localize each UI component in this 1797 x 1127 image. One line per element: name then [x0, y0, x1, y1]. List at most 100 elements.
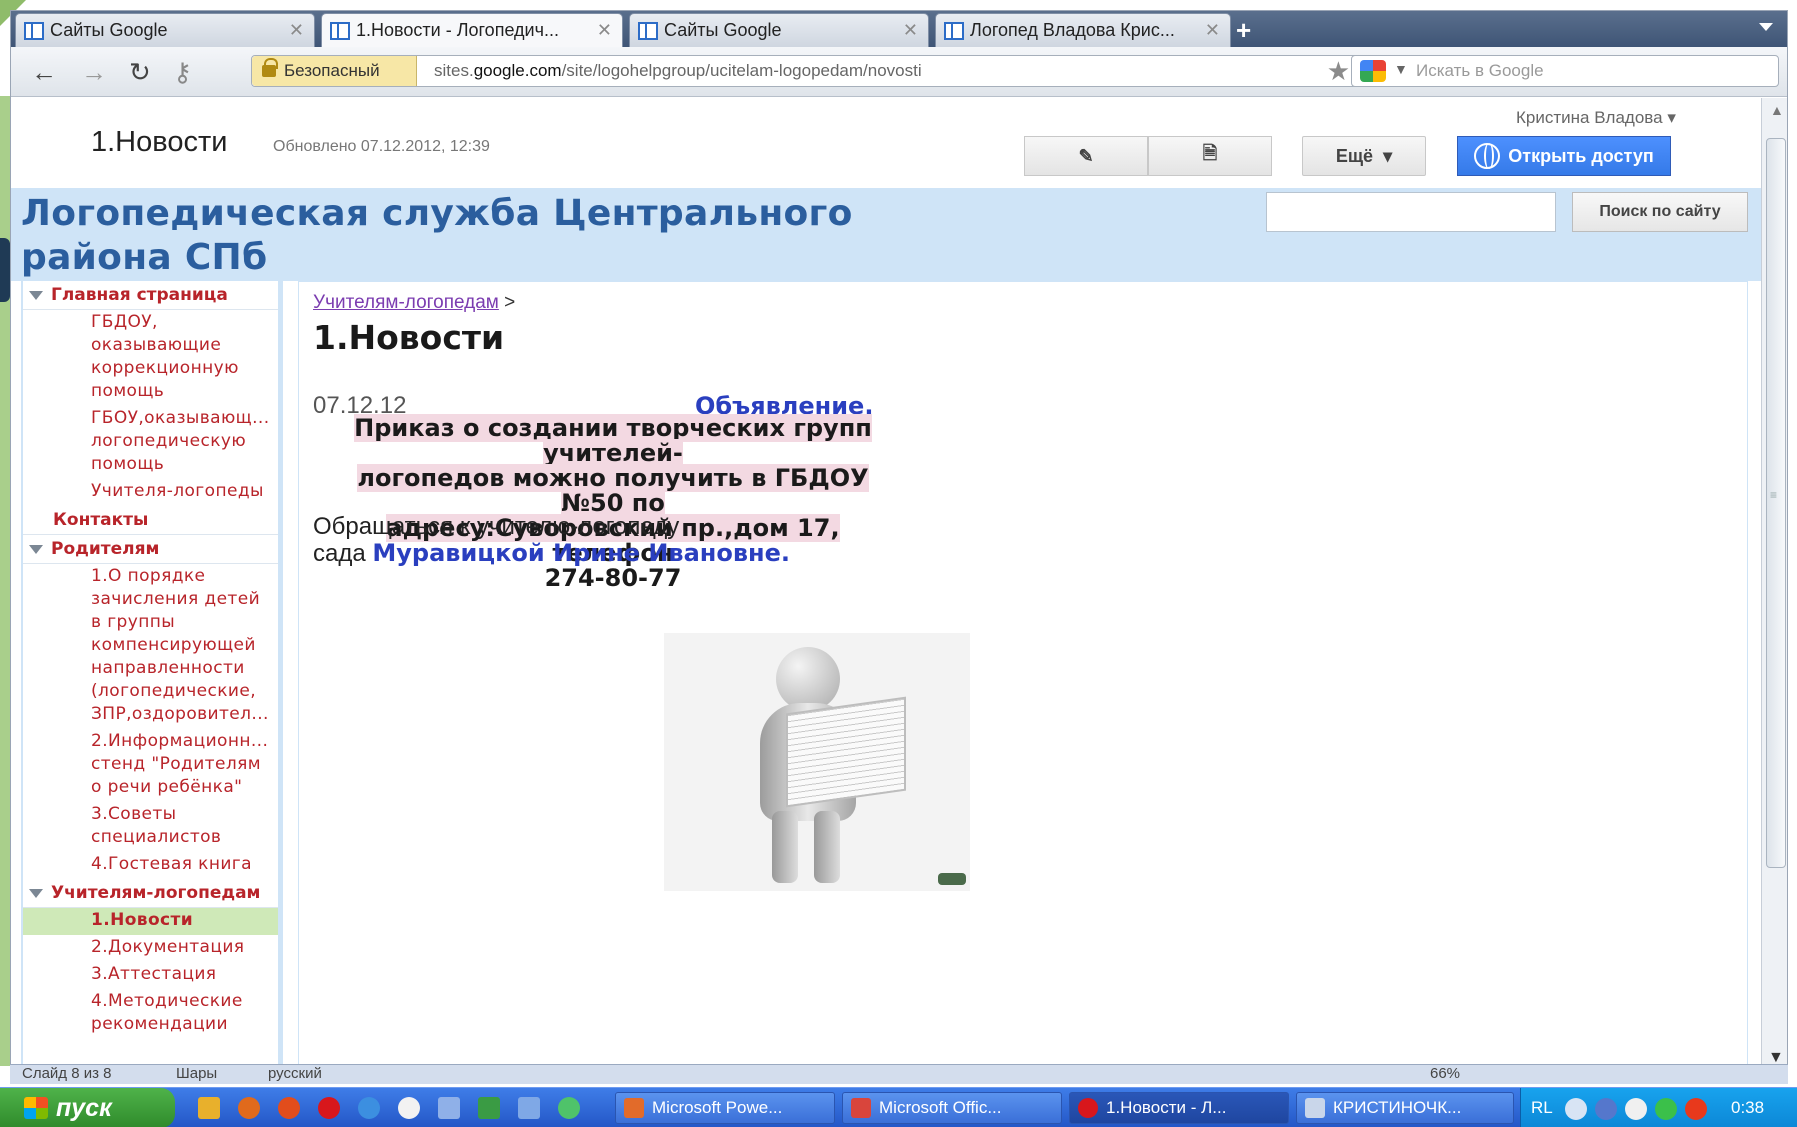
- lock-icon: [262, 58, 278, 77]
- chrome-icon[interactable]: [238, 1097, 260, 1119]
- figure-leg: [772, 811, 798, 883]
- nav-item[interactable]: 2.Информационн... стенд "Родителям о реч…: [23, 729, 278, 802]
- share-button[interactable]: Открыть доступ: [1457, 136, 1671, 176]
- firefox-icon[interactable]: [278, 1097, 300, 1119]
- site-header: Логопедическая служба Центрального район…: [11, 188, 1761, 281]
- tab-strip: Сайты Google ✕ 1.Новости - Логопедич... …: [11, 11, 1787, 47]
- main-content: Учителям-логопедам > 1.Новости 07.12.12 …: [298, 281, 1748, 1071]
- task-office[interactable]: Microsoft Offic...: [842, 1092, 1062, 1124]
- globe-icon: [1474, 143, 1501, 169]
- url-text[interactable]: sites.google.com/site/logohelpgroup/ucit…: [434, 61, 922, 81]
- nav-section-contacts[interactable]: Контакты: [23, 506, 278, 535]
- word-icon[interactable]: [518, 1097, 540, 1119]
- app-icon[interactable]: [398, 1097, 420, 1119]
- tray-icon[interactable]: [1685, 1098, 1707, 1120]
- slide-edge-tab: [0, 238, 10, 302]
- search-engine-dropdown-icon[interactable]: ▼: [1394, 61, 1408, 77]
- app-icon[interactable]: [558, 1097, 580, 1119]
- tab-google-sites-1[interactable]: Сайты Google ✕: [15, 13, 315, 47]
- newspaper-icon: [786, 696, 906, 808]
- scroll-up-icon[interactable]: ▲: [1770, 102, 1784, 118]
- pencil-icon: ✎: [1078, 145, 1094, 166]
- more-actions-button[interactable]: Ещё ▾: [1302, 136, 1426, 176]
- windows-flag-icon: [24, 1097, 48, 1119]
- office-icon: [851, 1098, 871, 1118]
- start-button[interactable]: пуск: [0, 1088, 175, 1127]
- nav-section-parents[interactable]: Родителям: [23, 535, 278, 564]
- tray-icon[interactable]: [1655, 1098, 1677, 1120]
- bookmark-star-icon[interactable]: ★: [1327, 56, 1350, 87]
- security-badge[interactable]: Безопасный: [252, 56, 417, 86]
- breadcrumb: Учителям-логопедам >: [313, 292, 516, 313]
- opera-icon: [1078, 1098, 1098, 1118]
- nav-item[interactable]: 2.Документация: [23, 935, 278, 962]
- excel-icon[interactable]: [478, 1097, 500, 1119]
- tab-close-icon[interactable]: ✕: [1205, 20, 1220, 41]
- opera-icon[interactable]: [318, 1097, 340, 1119]
- new-tab-plus-icon[interactable]: +: [1236, 15, 1251, 46]
- tab-news[interactable]: 1.Новости - Логопедич... ✕: [321, 13, 623, 47]
- vertical-scrollbar[interactable]: ▲ ≡ ▼: [1761, 98, 1787, 1071]
- drive-icon: [1305, 1098, 1325, 1118]
- updated-timestamp: Обновлено 07.12.2012, 12:39: [273, 138, 490, 155]
- nav-item[interactable]: ГБОУ,оказывающ... логопедическую помощь: [23, 406, 278, 479]
- contact-text: Обращаться к учителю-логопеду сада Мурав…: [313, 513, 791, 567]
- image-badge: [938, 873, 966, 885]
- collapse-triangle-icon[interactable]: [29, 290, 43, 300]
- sites-favicon-icon: [944, 21, 964, 40]
- forward-arrow-icon[interactable]: →: [81, 57, 107, 88]
- back-arrow-icon[interactable]: ←: [31, 57, 57, 88]
- google-logo-icon: [1360, 60, 1386, 82]
- tab-logoped[interactable]: Логопед Владова Крис... ✕: [935, 13, 1231, 47]
- nav-item[interactable]: 3.Аттестация: [23, 962, 278, 989]
- task-powerpoint[interactable]: Microsoft Powe...: [615, 1092, 835, 1124]
- address-bar[interactable]: Безопасный sites.google.com/site/logohel…: [251, 55, 1359, 87]
- chevron-down-icon: ▾: [1383, 145, 1393, 166]
- breadcrumb-link[interactable]: Учителям-логопедам: [313, 292, 499, 313]
- system-tray: RL 0:38: [1520, 1088, 1797, 1127]
- clock: 0:38: [1731, 1098, 1765, 1117]
- tab-close-icon[interactable]: ✕: [597, 20, 612, 41]
- reload-icon[interactable]: ↻: [129, 57, 151, 88]
- edit-page-button[interactable]: ✎: [1024, 136, 1148, 176]
- nav-section-teachers[interactable]: Учителям-логопедам: [23, 879, 278, 908]
- google-sites-page: Кристина Владова ▾ 1.Новости Обновлено 0…: [11, 98, 1761, 1071]
- tray-icon[interactable]: [1595, 1098, 1617, 1120]
- nav-item[interactable]: 4.Гостевая книга: [23, 852, 278, 879]
- language-indicator[interactable]: RL: [1531, 1098, 1553, 1118]
- tab-list-chevron-icon[interactable]: [1759, 23, 1773, 31]
- task-browser[interactable]: 1.Новости - Л...: [1069, 1092, 1289, 1124]
- scroll-grip-icon: ≡: [1770, 488, 1778, 502]
- tab-close-icon[interactable]: ✕: [289, 20, 304, 41]
- new-page-button[interactable]: 🗎: [1148, 136, 1272, 176]
- task-folder[interactable]: КРИСТИНОЧК...: [1296, 1092, 1514, 1124]
- folder-icon[interactable]: [198, 1097, 220, 1119]
- tray-icon[interactable]: [1565, 1098, 1587, 1120]
- nav-item[interactable]: Учителя-логопеды: [23, 479, 278, 506]
- figure-leg: [814, 811, 840, 883]
- nav-item[interactable]: 1.О порядке зачисления детей в группы ко…: [23, 564, 278, 729]
- nav-item[interactable]: 4.Методические рекомендации: [23, 989, 278, 1039]
- app-icon[interactable]: [438, 1097, 460, 1119]
- nav-item[interactable]: 3.Советы специалистов: [23, 802, 278, 852]
- sidebar-navigation: Главная страница ГБДОУ, оказывающие корр…: [21, 281, 283, 1071]
- scroll-thumb[interactable]: [1766, 138, 1786, 868]
- collapse-triangle-icon[interactable]: [29, 888, 43, 898]
- tray-icon[interactable]: [1625, 1098, 1647, 1120]
- google-search-box[interactable]: ▼ Искать в Google: [1351, 55, 1779, 87]
- nav-item[interactable]: ГБДОУ, оказывающие коррекционную помощь: [23, 310, 278, 406]
- tab-close-icon[interactable]: ✕: [903, 20, 918, 41]
- site-title[interactable]: Логопедическая служба Центрального район…: [21, 192, 921, 280]
- site-search-button[interactable]: Поиск по сайту: [1572, 192, 1748, 232]
- user-menu[interactable]: Кристина Владова ▾: [1516, 108, 1676, 128]
- key-icon[interactable]: ⚷: [173, 57, 192, 88]
- collapse-triangle-icon[interactable]: [29, 544, 43, 554]
- tab-google-sites-2[interactable]: Сайты Google ✕: [629, 13, 929, 47]
- nav-item-current[interactable]: 1.Новости: [23, 908, 278, 935]
- figure-head: [776, 647, 840, 711]
- ie-icon[interactable]: [358, 1097, 380, 1119]
- sites-favicon-icon: [638, 21, 658, 40]
- site-search-input[interactable]: [1266, 192, 1556, 232]
- nav-section-home[interactable]: Главная страница: [23, 281, 278, 310]
- new-page-icon: 🗎: [1202, 143, 1218, 163]
